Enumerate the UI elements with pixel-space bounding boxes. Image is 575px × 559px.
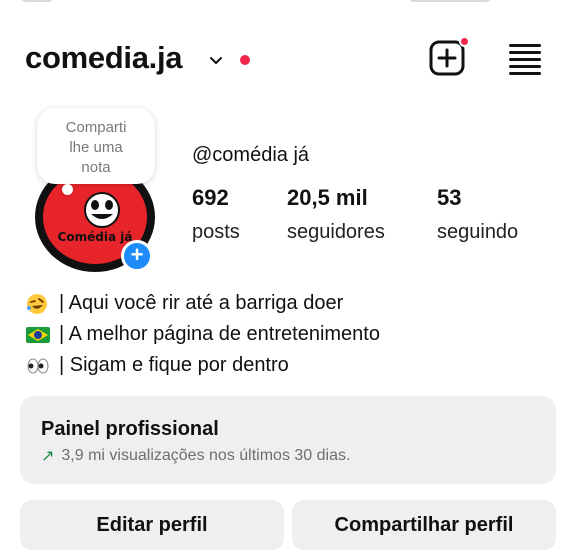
add-story-plus-icon[interactable]: + bbox=[121, 240, 153, 272]
posts-stat[interactable]: 692 posts bbox=[192, 185, 240, 244]
menu-button[interactable] bbox=[506, 40, 544, 78]
edit-profile-button[interactable]: Editar perfil bbox=[20, 500, 284, 550]
display-name: @comédia já bbox=[192, 144, 310, 166]
note-text-line: Comparti bbox=[65, 119, 127, 136]
profile-header: comedia.ja bbox=[0, 34, 575, 86]
bio-text: | Aqui você rir até a barriga doer bbox=[59, 292, 344, 314]
bio: | Aqui você rir até a barriga doer | A m… bbox=[25, 288, 380, 381]
cartoon-face-icon bbox=[84, 192, 120, 228]
note-bubble[interactable]: Comparti lhe uma nota bbox=[37, 108, 155, 184]
followers-count: 20,5 mil bbox=[287, 185, 368, 210]
hamburger-menu-icon bbox=[509, 44, 541, 75]
bio-text: | Sigam e fique por dentro bbox=[59, 354, 289, 376]
panel-title: Painel profissional bbox=[41, 418, 219, 440]
professional-dashboard-panel[interactable]: Painel profissional ↗ 3,9 mi visualizaçõ… bbox=[20, 396, 556, 484]
create-post-button[interactable] bbox=[428, 36, 470, 78]
posts-count: 692 bbox=[192, 185, 229, 210]
note-text-line: nota bbox=[81, 159, 111, 176]
following-stat[interactable]: 53 seguindo bbox=[437, 185, 518, 244]
notification-dot bbox=[240, 55, 250, 65]
bio-text: | A melhor página de entretenimento bbox=[59, 323, 380, 345]
status-bar bbox=[0, 0, 575, 6]
note-bubble-tail bbox=[62, 184, 73, 195]
panel-subtitle: ↗ 3,9 mi visualizações nos últimos 30 di… bbox=[41, 446, 350, 466]
note-text-line: lhe uma bbox=[69, 139, 123, 156]
notification-badge bbox=[459, 36, 470, 47]
chevron-down-icon[interactable] bbox=[208, 52, 224, 68]
following-label: seguindo bbox=[437, 221, 519, 243]
followers-label: seguidores bbox=[287, 221, 385, 243]
brazil-flag-icon bbox=[26, 326, 50, 343]
trend-up-arrow-icon: ↗ bbox=[41, 448, 55, 465]
bio-line: | Aqui você rir até a barriga doer bbox=[25, 288, 380, 319]
followers-stat[interactable]: 20,5 mil seguidores bbox=[287, 185, 385, 244]
status-bar-right bbox=[410, 0, 490, 2]
bio-line: | A melhor página de entretenimento bbox=[25, 319, 380, 350]
account-switcher-username[interactable]: comedia.ja bbox=[25, 40, 183, 76]
status-bar-left bbox=[22, 0, 52, 2]
rofl-emoji-icon bbox=[27, 293, 47, 314]
following-count: 53 bbox=[437, 185, 462, 210]
panel-subtitle-text: 3,9 mi visualizações nos últimos 30 dias… bbox=[61, 447, 351, 464]
share-profile-button[interactable]: Compartilhar perfil bbox=[292, 500, 556, 550]
bio-line: | Sigam e fique por dentro bbox=[25, 350, 380, 381]
posts-label: posts bbox=[192, 221, 240, 243]
eyes-emoji-icon bbox=[27, 358, 49, 373]
